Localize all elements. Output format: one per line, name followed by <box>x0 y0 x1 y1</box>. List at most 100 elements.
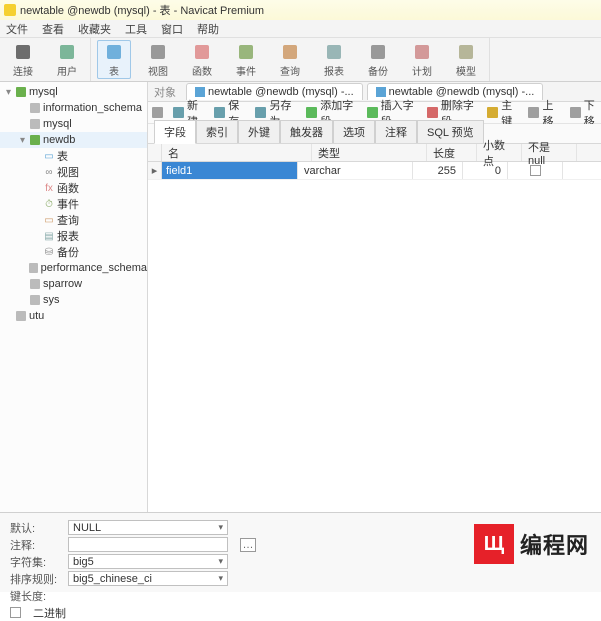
report-icon <box>324 42 344 62</box>
user-label: 用户 <box>57 63 77 78</box>
function-button[interactable]: 函数 <box>185 40 219 79</box>
binary-label: 二进制 <box>33 605 66 621</box>
connect-icon <box>13 42 33 62</box>
connection-tree[interactable]: ▾mysqlinformation_schemamysql▾newdb▭表∞视图… <box>0 82 148 512</box>
schedule-label: 计划 <box>412 63 432 78</box>
comment-input[interactable] <box>68 537 228 552</box>
table-icon <box>104 42 124 62</box>
tree-node-newdb[interactable]: ▾newdb <box>0 132 147 148</box>
collation-select[interactable]: big5_chinese_ci▾ <box>68 571 228 586</box>
binary-checkbox[interactable] <box>10 607 21 618</box>
charset-select[interactable]: big5▾ <box>68 554 228 569</box>
backup-button[interactable]: 备份 <box>361 40 395 79</box>
col-header-长度[interactable]: 长度 <box>427 144 477 161</box>
tree-node-utu[interactable]: utu <box>0 308 147 324</box>
event-icon <box>236 42 256 62</box>
tree-node-函数[interactable]: fx函数 <box>0 180 147 196</box>
main-toolbar: 连接 用户 表 视图 函数事件查询 报表 备份计划 模型 <box>0 38 601 82</box>
comment-expand-button[interactable]: … <box>240 538 256 552</box>
table-button[interactable]: 表 <box>97 40 131 79</box>
tree-node-报表[interactable]: ▤报表 <box>0 228 147 244</box>
content-area: 对象newtable @newdb (mysql) -...newtable @… <box>148 82 601 512</box>
connect-button[interactable]: 连接 <box>6 40 40 79</box>
addf-icon <box>306 107 317 118</box>
subtab-触发器[interactable]: 触发器 <box>280 120 333 143</box>
model-button[interactable]: 模型 <box>449 40 483 79</box>
dropdown-icon[interactable]: ▾ <box>218 522 223 533</box>
menu-收藏夹[interactable]: 收藏夹 <box>78 21 111 37</box>
query-button[interactable]: 查询 <box>273 40 307 79</box>
tree-node-information_schema[interactable]: information_schema <box>0 100 147 116</box>
keylen-label: 键长度: <box>10 588 60 604</box>
pk-icon <box>487 107 498 118</box>
row-selector-header <box>148 144 162 161</box>
default-input[interactable]: NULL▾ <box>68 520 228 535</box>
menu-查看[interactable]: 查看 <box>42 21 64 37</box>
subtab-外键[interactable]: 外键 <box>238 120 280 143</box>
col-header-类型[interactable]: 类型 <box>312 144 427 161</box>
report-label: 报表 <box>324 63 344 78</box>
tree-node-表[interactable]: ▭表 <box>0 148 147 164</box>
schedule-icon <box>412 42 432 62</box>
subtab-注释[interactable]: 注释 <box>375 120 417 143</box>
report-button[interactable]: 报表 <box>317 40 351 79</box>
subtab-选项[interactable]: 选项 <box>333 120 375 143</box>
connect-label: 连接 <box>13 63 33 78</box>
tree-label: 备份 <box>57 244 79 260</box>
query-icon <box>280 42 300 62</box>
subtab-索引[interactable]: 索引 <box>196 120 238 143</box>
tree-node-视图[interactable]: ∞视图 <box>0 164 147 180</box>
col-header-名[interactable]: 名 <box>162 144 312 161</box>
tree-node-mysql[interactable]: mysql <box>0 116 147 132</box>
schedule-button[interactable]: 计划 <box>405 40 439 79</box>
tree-label: 报表 <box>57 228 79 244</box>
tree-node-sys[interactable]: sys <box>0 292 147 308</box>
watermark: Щ 编程网 <box>474 524 589 564</box>
dropdown-icon[interactable]: ▾ <box>218 573 223 584</box>
field-notnull-cell[interactable] <box>508 162 563 179</box>
tree-node-performance_schema[interactable]: performance_schema <box>0 260 147 276</box>
tree-node-mysql[interactable]: ▾ mysql <box>0 84 147 100</box>
twisty-icon[interactable]: ▾ <box>18 135 27 146</box>
field-name-cell[interactable]: field1 <box>162 162 298 179</box>
tree-label: utu <box>29 310 44 322</box>
dtb-ham-button[interactable] <box>152 107 163 118</box>
insf-icon <box>367 107 378 118</box>
field-type-cell[interactable]: varchar <box>298 162 413 179</box>
tree-node-sparrow[interactable]: sparrow <box>0 276 147 292</box>
dropdown-icon[interactable]: ▾ <box>218 556 223 567</box>
field-row[interactable]: ▸ field1 varchar 255 0 <box>148 162 601 180</box>
save-icon <box>214 107 225 118</box>
tree-label: performance_schema <box>41 262 147 274</box>
notnull-checkbox[interactable] <box>530 165 541 176</box>
watermark-logo-icon: Щ <box>474 524 514 564</box>
title-bar: newtable @newdb (mysql) - 表 - Navicat Pr… <box>0 0 601 20</box>
menu-工具[interactable]: 工具 <box>125 21 147 37</box>
view-button[interactable]: 视图 <box>141 40 175 79</box>
view-label: 视图 <box>148 63 168 78</box>
row-marker-icon[interactable]: ▸ <box>148 162 162 179</box>
tree-node-备份[interactable]: ⛁备份 <box>0 244 147 260</box>
field-length-cell[interactable]: 255 <box>413 162 463 179</box>
tree-label: mysql <box>29 86 58 98</box>
menu-文件[interactable]: 文件 <box>6 21 28 37</box>
event-button[interactable]: 事件 <box>229 40 263 79</box>
query-label: 查询 <box>280 63 300 78</box>
window-title: newtable @newdb (mysql) - 表 - Navicat Pr… <box>20 2 264 18</box>
col-header-小数点[interactable]: 小数点 <box>477 144 522 161</box>
table-label: 表 <box>109 63 119 78</box>
col-header-不是 null[interactable]: 不是 null <box>522 144 577 161</box>
subtab-字段[interactable]: 字段 <box>154 120 196 144</box>
tree-node-查询[interactable]: ▭查询 <box>0 212 147 228</box>
table-icon <box>376 87 386 97</box>
menu-窗口[interactable]: 窗口 <box>161 21 183 37</box>
menu-帮助[interactable]: 帮助 <box>197 21 219 37</box>
menu-bar: 文件查看收藏夹工具窗口帮助 <box>0 20 601 38</box>
field-decimal-cell[interactable]: 0 <box>463 162 508 179</box>
tree-node-事件[interactable]: ⏱事件 <box>0 196 147 212</box>
main-area: ▾mysqlinformation_schemamysql▾newdb▭表∞视图… <box>0 82 601 512</box>
twisty-icon[interactable]: ▾ <box>4 87 13 98</box>
user-button[interactable]: 用户 <box>50 40 84 79</box>
subtab-SQL 预览[interactable]: SQL 预览 <box>417 120 484 143</box>
fields-grid[interactable]: 名类型长度小数点不是 null ▸ field1 varchar 255 0 <box>148 144 601 512</box>
